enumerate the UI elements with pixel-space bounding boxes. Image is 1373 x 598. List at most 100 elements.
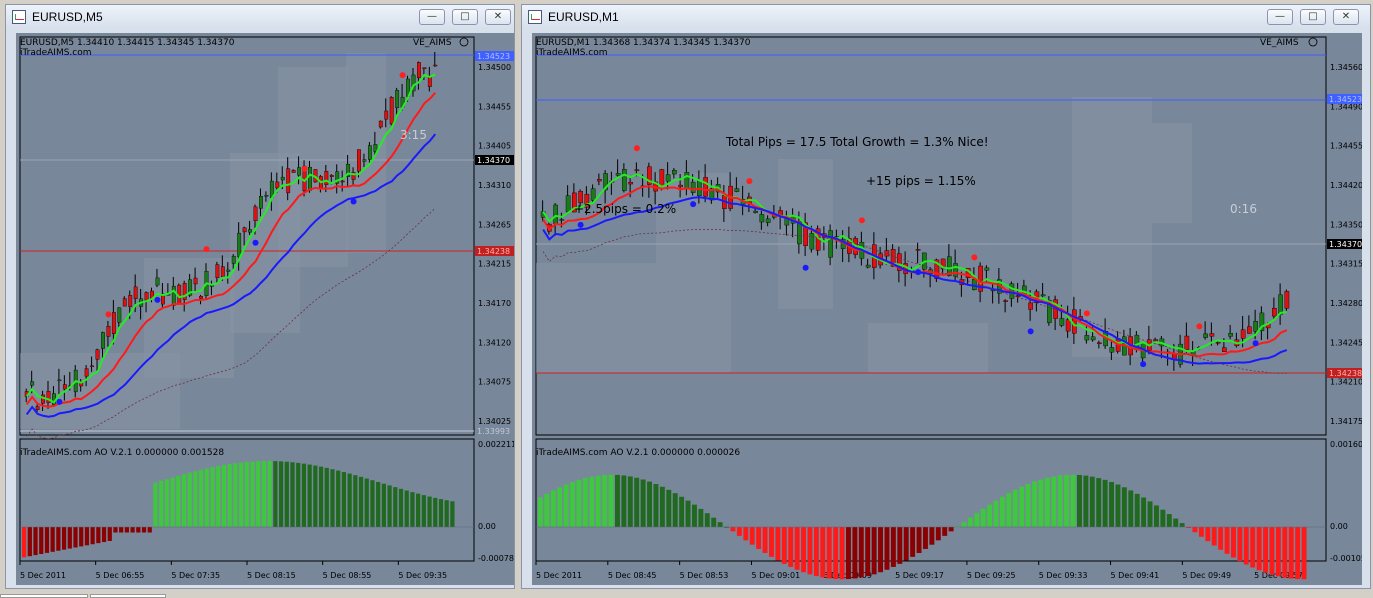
candle-body [373, 144, 378, 152]
maximize-button[interactable]: □ [452, 9, 478, 25]
chart-window-icon [12, 10, 26, 24]
price-tag-current-text: 1.34370 [477, 156, 510, 165]
ao-bar [544, 493, 550, 527]
price-tick-label: 1.34405 [478, 142, 511, 151]
maximize-button[interactable]: □ [1300, 9, 1326, 25]
ao-bar [433, 497, 438, 527]
price-tick-label: 1.34560 [1330, 63, 1362, 72]
ao-bar [897, 527, 903, 564]
ao-bar [653, 484, 659, 527]
ao-bar [1083, 475, 1089, 527]
price-tick-label: 1.34315 [1330, 260, 1362, 269]
ao-bar [50, 527, 55, 552]
candle-body [133, 286, 138, 299]
ao-bar [967, 517, 973, 527]
ao-bar [1051, 476, 1057, 527]
ao-bar [698, 508, 704, 527]
candle-body [953, 263, 958, 277]
price-chart-area[interactable]: 1.34500 1.34455 1.34405 1.34310 1.34265 1.342… [16, 33, 516, 585]
ao-tick-label: -0.00105 [1330, 554, 1362, 563]
ao-bar [341, 472, 346, 527]
time-tick-label: 5 Dec 09:35 [398, 571, 447, 580]
ao-bar [416, 493, 421, 527]
ao-bar [749, 527, 755, 545]
price-chart-area[interactable]: 1.34560 1.34490 1.34455 1.34420 1.34350 1.343… [532, 33, 1368, 585]
time-tick-label: 5 Dec 08:53 [680, 571, 729, 580]
ao-bar [221, 464, 227, 527]
ao-bar [775, 527, 781, 561]
ao-bar [204, 468, 209, 527]
ao-bar [353, 475, 358, 527]
ao-bar [61, 527, 67, 550]
ao-bar [1166, 514, 1172, 527]
candle-body [753, 210, 758, 213]
candle-body [559, 219, 565, 221]
ao-bar [974, 513, 980, 527]
ao-bar [550, 490, 556, 527]
minimize-button[interactable]: — [1267, 9, 1293, 25]
ao-bar [136, 527, 141, 533]
ao-bar [890, 527, 896, 567]
ao-bar [1237, 527, 1243, 562]
chart-tab[interactable] [90, 594, 166, 598]
ao-bar [980, 508, 986, 527]
ao-bar [56, 527, 61, 551]
ao-bar [858, 527, 864, 578]
price-tag-current-text: 1.34370 [1329, 240, 1362, 249]
candle-body [90, 365, 95, 368]
candle-body [703, 177, 708, 197]
ao-bar [44, 527, 50, 553]
ao-bar [910, 527, 916, 557]
ao-bar [1288, 527, 1294, 579]
ao-bar [1000, 496, 1005, 527]
ao-bar [1173, 518, 1179, 527]
candle-body [329, 174, 334, 177]
ao-bar [589, 476, 595, 527]
candle-body [809, 233, 815, 250]
price-tick-label: 1.34175 [1330, 417, 1362, 426]
candle-body [101, 332, 105, 349]
candle-body [199, 296, 203, 299]
ao-bar [113, 527, 118, 533]
ao-bar [199, 469, 204, 527]
ao-bar [398, 488, 404, 527]
time-tick-label: 5 Dec 2011 [20, 571, 66, 580]
price-tick-label: 1.34210 [1330, 378, 1362, 387]
candle-body [1253, 321, 1258, 332]
signal-dot [252, 239, 259, 246]
time-tick-label: 5 Dec 09:01 [751, 571, 800, 580]
signal-dot [802, 264, 809, 271]
time-tick-label: 5 Dec 06:55 [96, 571, 145, 580]
chart-canvas[interactable]: 1.345601.344901.344551.344201.343501.343… [532, 33, 1368, 585]
time-tick-label: 5 Dec 09:17 [895, 571, 944, 580]
ao-bar [615, 474, 620, 527]
ao-bar [233, 463, 238, 527]
candle-body [417, 62, 421, 78]
ao-bar [1211, 527, 1217, 546]
candle-body [1065, 319, 1071, 332]
ao-bar [1141, 497, 1147, 527]
main-pane [535, 36, 1327, 436]
window-titlebar[interactable]: EURUSD,M1 — □ ✕ [522, 5, 1370, 29]
minimize-button[interactable]: — [419, 9, 445, 25]
price-tick-label: 1.34350 [1330, 220, 1362, 229]
ao-bar [987, 504, 993, 527]
window-titlebar[interactable]: EURUSD,M5 — □ ✕ [6, 5, 514, 29]
ao-bar [427, 496, 432, 527]
chart-window-m1[interactable]: EURUSD,M1 — □ ✕ 1.34560 1.34490 1.34455 1.3… [521, 4, 1371, 589]
candle-body [622, 169, 627, 191]
ao-bar [1012, 489, 1018, 527]
close-button[interactable]: ✕ [485, 9, 511, 25]
chart-tab[interactable] [0, 594, 88, 598]
ao-bar [916, 527, 922, 553]
candle-body [362, 159, 367, 162]
ao-bar [1025, 483, 1031, 527]
ao-bar [1121, 487, 1127, 527]
price-tick-label: 1.34265 [478, 220, 511, 229]
time-tick-label: 5 Dec 07:35 [171, 571, 220, 580]
chart-window-m5[interactable]: EURUSD,M5 — □ ✕ 1.34500 1.34455 1.34405 1.3… [5, 4, 516, 589]
candle-body [590, 188, 596, 201]
chart-canvas[interactable]: 1.34500 1.34455 1.34405 1.34310 1.34265 1.342… [16, 33, 516, 585]
ao-bar [101, 527, 107, 543]
close-button[interactable]: ✕ [1333, 9, 1359, 25]
